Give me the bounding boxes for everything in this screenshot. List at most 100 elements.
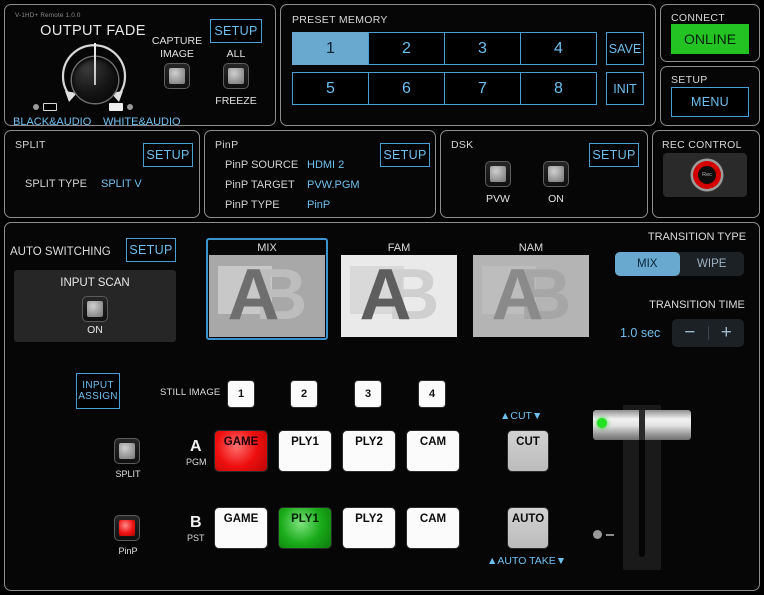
split-lamp-icon xyxy=(119,443,135,459)
black-audio-dot-icon xyxy=(33,104,39,110)
transition-time-plus-button[interactable]: + xyxy=(709,322,745,344)
dsk-title: DSK xyxy=(451,139,474,151)
pinp-source-value[interactable]: HDMI 2 xyxy=(307,159,344,171)
transition-preview-mix-label: MIX xyxy=(257,242,277,254)
input-assign-label-1: INPUT xyxy=(82,379,114,391)
transition-type-wipe-option[interactable]: WIPE xyxy=(680,252,745,276)
dsk-panel: DSK SETUP PVW ON xyxy=(440,130,648,218)
pinp-setup-button[interactable]: SETUP xyxy=(380,143,430,167)
bus-a-source-ply2[interactable]: PLY2 xyxy=(342,430,396,472)
bus-b-source-ply2[interactable]: PLY2 xyxy=(342,507,396,549)
pinp-toggle-button[interactable] xyxy=(114,515,140,541)
auto-switching-title: AUTO SWITCHING xyxy=(10,246,111,258)
capture-image-button[interactable] xyxy=(164,63,190,89)
split-type-value[interactable]: SPLIT V xyxy=(101,178,142,190)
input-scan-button[interactable] xyxy=(82,296,108,322)
fader-led-indicator xyxy=(597,418,607,428)
pinp-target-key: PinP TARGET xyxy=(225,179,295,191)
dsk-pvw-label: PVW xyxy=(486,193,510,205)
split-toggle-label: SPLIT xyxy=(115,469,141,479)
dsk-pvw-lamp-icon xyxy=(490,166,506,182)
knob-pointer-icon xyxy=(94,43,96,85)
preset-button-4[interactable]: 4 xyxy=(520,32,597,65)
pinp-lamp-icon xyxy=(119,520,135,536)
auto-button[interactable]: AUTO xyxy=(507,507,549,549)
thumb-letter-a-mix: A xyxy=(227,255,280,336)
transition-type-title: TRANSITION TYPE xyxy=(647,231,747,243)
bus-b-sub-label: PST xyxy=(187,533,205,543)
freeze-button[interactable] xyxy=(223,63,249,89)
thumb-letter-a-nam: A xyxy=(491,255,544,336)
setup-menu-title: SETUP xyxy=(671,74,708,86)
preset-button-6[interactable]: 6 xyxy=(368,72,445,105)
connect-title: CONNECT xyxy=(671,12,726,24)
preset-button-7[interactable]: 7 xyxy=(444,72,521,105)
preset-button-1[interactable]: 1 xyxy=(292,32,369,65)
preset-save-button[interactable]: SAVE xyxy=(606,32,644,65)
rec-control-title: REC CONTROL xyxy=(662,139,742,151)
dsk-on-button[interactable] xyxy=(543,161,569,187)
white-audio-markers xyxy=(109,101,133,113)
menu-button[interactable]: MENU xyxy=(671,87,749,117)
fader-handle-notch xyxy=(639,410,645,440)
fader-handle[interactable] xyxy=(593,410,691,440)
connect-panel: CONNECT ONLINE xyxy=(660,4,760,62)
rec-control-panel: REC CONTROL Rec xyxy=(652,130,760,218)
still-image-button-3[interactable]: 3 xyxy=(354,380,382,408)
white-audio-dot-icon xyxy=(127,104,133,110)
transition-type-toggle: MIX WIPE xyxy=(615,252,744,276)
pinp-type-value[interactable]: PinP xyxy=(307,199,330,211)
split-panel: SPLIT SETUP SPLIT TYPE SPLIT V xyxy=(4,130,200,218)
preset-button-8[interactable]: 8 xyxy=(520,72,597,105)
bus-a-source-ply1[interactable]: PLY1 xyxy=(278,430,332,472)
setup-menu-panel: SETUP MENU xyxy=(660,66,760,126)
bus-b-source-game[interactable]: GAME xyxy=(214,507,268,549)
bus-a-letter: A xyxy=(190,438,202,455)
preset-memory-title: PRESET MEMORY xyxy=(292,14,388,26)
output-fade-panel: V-1HD+ Remote 1.0.0 OUTPUT FADE BLACK&AU… xyxy=(4,4,276,128)
transition-preview-nam[interactable]: NAM B A xyxy=(470,238,592,340)
still-image-button-2[interactable]: 2 xyxy=(290,380,318,408)
preset-button-2[interactable]: 2 xyxy=(368,32,445,65)
pinp-toggle-label: PinP xyxy=(118,546,138,556)
online-status-button[interactable]: ONLINE xyxy=(671,24,749,54)
preset-button-3[interactable]: 3 xyxy=(444,32,521,65)
still-image-label: STILL IMAGE xyxy=(160,387,221,398)
input-assign-button[interactable]: INPUT ASSIGN xyxy=(76,373,120,409)
input-scan-lamp-icon xyxy=(87,301,103,317)
black-audio-label: BLACK&AUDIO xyxy=(13,116,92,128)
split-setup-button[interactable]: SETUP xyxy=(143,143,193,167)
pinp-title: PinP xyxy=(215,139,239,151)
cut-arrows-label: ▲CUT▼ xyxy=(500,410,543,422)
bus-a-source-cam[interactable]: CAM xyxy=(406,430,460,472)
transition-time-stepper: − + xyxy=(672,319,744,347)
rec-button[interactable]: Rec xyxy=(693,161,721,189)
remote-app-window: V-1HD+ Remote 1.0.0 OUTPUT FADE BLACK&AU… xyxy=(0,0,764,595)
black-audio-rect-icon xyxy=(43,103,57,111)
preset-button-5[interactable]: 5 xyxy=(292,72,369,105)
input-scan-state-label: ON xyxy=(87,324,103,336)
input-assign-label-2: ASSIGN xyxy=(78,391,118,402)
auto-switching-setup-button[interactable]: SETUP xyxy=(126,238,176,262)
dsk-pvw-button[interactable] xyxy=(485,161,511,187)
bus-b-source-cam[interactable]: CAM xyxy=(406,507,460,549)
dsk-on-label: ON xyxy=(548,193,564,205)
bus-b-source-ply1[interactable]: PLY1 xyxy=(278,507,332,549)
transition-preview-fam[interactable]: FAM B A xyxy=(338,238,460,340)
still-image-button-4[interactable]: 4 xyxy=(418,380,446,408)
split-toggle-button[interactable] xyxy=(114,438,140,464)
cut-button[interactable]: CUT xyxy=(507,430,549,472)
white-audio-rect-icon xyxy=(109,103,123,111)
still-image-button-1[interactable]: 1 xyxy=(227,380,255,408)
transition-type-mix-option[interactable]: MIX xyxy=(615,252,680,276)
transition-time-minus-button[interactable]: − xyxy=(672,322,708,344)
preset-init-button[interactable]: INIT xyxy=(606,72,644,105)
dsk-setup-button[interactable]: SETUP xyxy=(589,143,639,167)
split-type-key: SPLIT TYPE xyxy=(25,178,87,190)
dsk-on-lamp-icon xyxy=(548,166,564,182)
pinp-target-value[interactable]: PVW.PGM xyxy=(307,179,360,191)
setup-button-fade[interactable]: SETUP xyxy=(210,19,262,43)
capture-image-label-1: CAPTURE xyxy=(151,35,203,47)
bus-a-source-game[interactable]: GAME xyxy=(214,430,268,472)
transition-preview-mix[interactable]: MIX B A xyxy=(206,238,328,340)
